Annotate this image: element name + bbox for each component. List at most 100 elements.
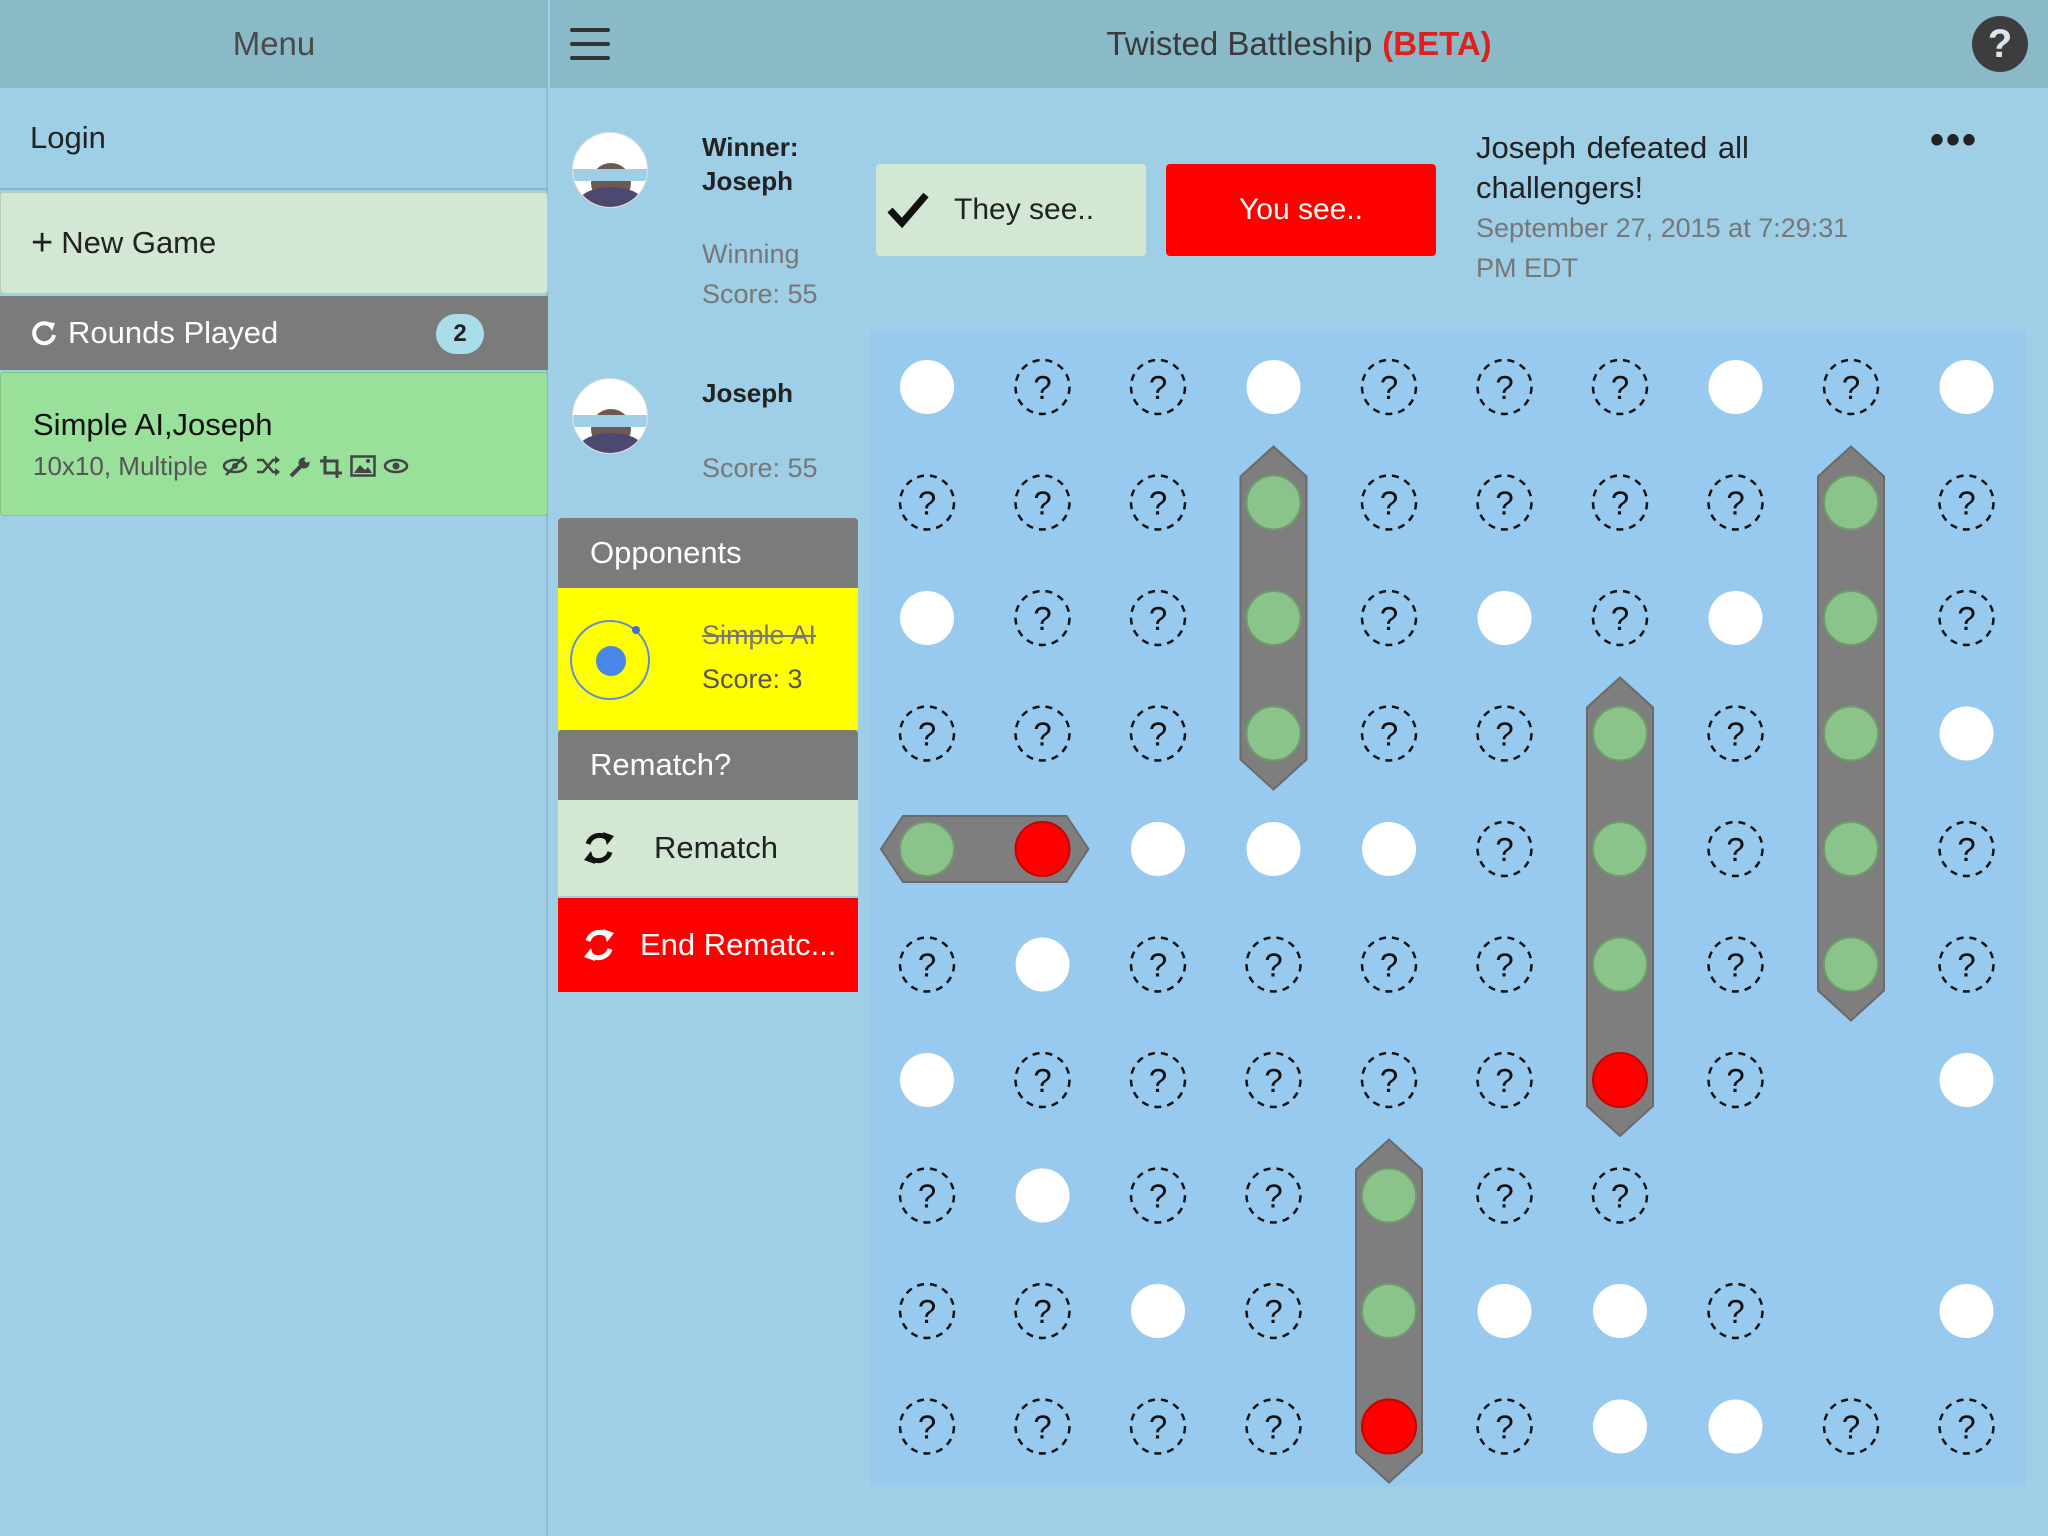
new-game-label: New Game [61, 225, 217, 260]
unknown-cell-label: ? [1957, 947, 1975, 984]
unknown-cell-label: ? [1957, 831, 1975, 868]
round-list-item[interactable]: Simple AI,Joseph 10x10, Multiple [0, 372, 548, 516]
ship-hit-marker[interactable] [1245, 474, 1302, 531]
unknown-cell-label: ? [918, 1409, 936, 1446]
miss-marker[interactable] [1015, 1168, 1070, 1223]
ship-hit-marker[interactable] [1823, 590, 1879, 646]
game-board: ????????????????????????????????????????… [870, 330, 2026, 1486]
miss-marker[interactable] [1939, 1284, 1994, 1338]
unknown-cell-label: ? [1033, 485, 1051, 522]
miss-marker[interactable] [1015, 937, 1070, 992]
miss-marker[interactable] [1708, 1399, 1763, 1454]
miss-marker[interactable] [1246, 360, 1301, 414]
unknown-cell-label: ? [1957, 600, 1975, 637]
miss-marker[interactable] [1708, 591, 1763, 645]
ship-hit-marker[interactable] [1245, 590, 1302, 646]
sunk-hit-marker[interactable] [1014, 821, 1071, 877]
miss-marker[interactable] [1131, 822, 1185, 876]
unknown-cell-label: ? [1149, 600, 1167, 637]
shuffle-icon [256, 455, 280, 476]
unknown-cell-label: ? [1611, 369, 1629, 406]
winning-score: Winning Score: 55 [702, 239, 818, 309]
end-rematch-label: End Rematc... [640, 927, 837, 962]
ship-hit-marker[interactable] [1823, 705, 1879, 762]
rematch-label: Rematch [654, 830, 779, 865]
ship-hit-marker[interactable] [1592, 936, 1648, 993]
unknown-cell-label: ? [1611, 485, 1629, 522]
opponent-score: Score: 3 [702, 664, 803, 694]
unknown-cell-label: ? [1149, 1409, 1167, 1446]
miss-marker[interactable] [1362, 822, 1416, 876]
they-see-button[interactable]: They see.. [876, 164, 1146, 256]
unknown-cell-label: ? [1495, 485, 1513, 522]
miss-marker[interactable] [900, 591, 954, 645]
unknown-cell-label: ? [1264, 947, 1282, 984]
miss-marker[interactable] [1593, 1399, 1647, 1454]
miss-marker[interactable] [1939, 360, 1994, 414]
opponent-card[interactable]: Simple AI Score: 3 [558, 588, 858, 730]
sync-icon [570, 828, 628, 868]
unknown-cell-label: ? [1726, 1293, 1744, 1330]
board-grid: ????????????????????????????????????????… [879, 358, 1995, 1484]
unknown-cell-label: ? [1033, 1062, 1051, 1099]
you-see-button[interactable]: You see.. [1166, 164, 1436, 256]
miss-marker[interactable] [1939, 706, 1994, 761]
ship-hit-marker[interactable] [1592, 821, 1648, 877]
unknown-cell-label: ? [1264, 1062, 1282, 1099]
unknown-cell-label: ? [1495, 1409, 1513, 1446]
login-link[interactable]: Login [30, 120, 106, 156]
miss-marker[interactable] [900, 360, 954, 414]
ship-hit-marker[interactable] [1361, 1283, 1417, 1339]
unknown-cell-label: ? [1611, 1178, 1629, 1215]
unknown-cell-label: ? [918, 947, 936, 984]
miss-marker[interactable] [900, 1053, 954, 1107]
unknown-cell-label: ? [1726, 716, 1744, 753]
ship-hit-marker[interactable] [1245, 705, 1302, 762]
plus-icon: + [31, 222, 54, 264]
unknown-cell-label: ? [1495, 716, 1513, 753]
miss-marker[interactable] [1708, 360, 1763, 414]
unknown-cell-label: ? [1380, 947, 1398, 984]
miss-marker[interactable] [1246, 822, 1301, 876]
winner-name: Joseph [702, 166, 794, 196]
round-option-icons [222, 454, 409, 479]
ship-hit-marker[interactable] [1592, 705, 1648, 762]
refresh-icon [30, 319, 58, 347]
opponents-header: Opponents [558, 518, 858, 588]
miss-marker[interactable] [1593, 1284, 1647, 1338]
rounds-played-header: Rounds Played 2 [0, 296, 548, 370]
unknown-cell-label: ? [1380, 485, 1398, 522]
unknown-cell-label: ? [1033, 600, 1051, 637]
ship-hit-marker[interactable] [899, 821, 955, 877]
miss-marker[interactable] [1477, 1284, 1532, 1338]
unknown-cell-label: ? [1033, 1409, 1051, 1446]
sunk-hit-marker[interactable] [1592, 1052, 1648, 1108]
ship-hit-marker[interactable] [1823, 936, 1879, 993]
end-rematch-button[interactable]: End Rematc... [558, 898, 858, 992]
unknown-cell-label: ? [1726, 485, 1744, 522]
round-subtitle-row: 10x10, Multiple [33, 451, 547, 482]
top-bar: Twisted Battleship (BETA) ? [550, 0, 2048, 88]
rematch-button[interactable]: Rematch [558, 800, 858, 896]
miss-marker[interactable] [1477, 591, 1532, 645]
player-name: Joseph [702, 378, 794, 408]
ship-hit-marker[interactable] [1361, 1167, 1417, 1224]
result-message: Joseph defeated all challengers! [1476, 130, 1749, 205]
sunk-hit-marker[interactable] [1361, 1398, 1417, 1455]
unknown-cell-label: ? [1149, 485, 1167, 522]
more-options-icon[interactable]: ••• [1930, 120, 1978, 160]
ship-hit-marker[interactable] [1823, 821, 1879, 877]
miss-marker[interactable] [1939, 1053, 1994, 1107]
help-icon[interactable]: ? [1972, 16, 2028, 72]
unknown-cell-label: ? [918, 485, 936, 522]
unknown-cell-label: ? [1033, 369, 1051, 406]
miss-marker[interactable] [1131, 1284, 1185, 1338]
result-timestamp: September 27, 2015 at 7:29:31 PM EDT [1476, 213, 1849, 283]
new-game-button[interactable]: + New Game [0, 192, 548, 294]
ship-hit-marker[interactable] [1823, 474, 1879, 531]
unknown-cell-label: ? [1033, 1293, 1051, 1330]
sidebar-title: Menu [0, 0, 548, 88]
unknown-cell-label: ? [1726, 1062, 1744, 1099]
unknown-cell-label: ? [1957, 1409, 1975, 1446]
unknown-cell-label: ? [1264, 1293, 1282, 1330]
